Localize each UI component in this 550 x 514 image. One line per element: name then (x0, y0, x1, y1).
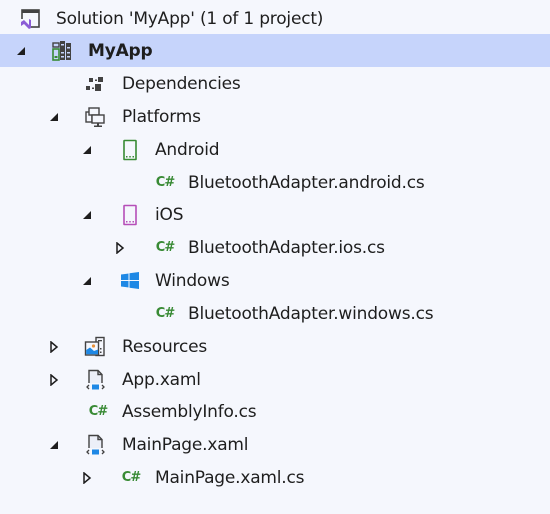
solution-icon (19, 8, 41, 30)
tree-item-label: AssemblyInfo.cs (122, 401, 257, 422)
tree-item-label: MainPage.xaml (122, 434, 249, 455)
project-icon (51, 40, 73, 62)
tree-item-main-page-xaml-cs[interactable]: C# MainPage.xaml.cs (0, 461, 550, 494)
solution-explorer-tree: Solution 'MyApp' (1 of 1 project) MyApp (0, 0, 550, 514)
tree-item-dependencies[interactable]: Dependencies (0, 67, 550, 100)
expanded-arrow-icon[interactable] (80, 143, 94, 157)
tree-item-label: Resources (122, 336, 208, 357)
tree-item-label: Windows (155, 270, 230, 291)
tree-item-label: iOS (155, 204, 184, 225)
tree-item-label: MainPage.xaml.cs (155, 467, 305, 488)
tree-item-platforms[interactable]: Platforms (0, 100, 550, 133)
tree-item-bluetooth-adapter-windows[interactable]: C# BluetoothAdapter.windows.cs (0, 297, 550, 330)
tree-item-label: App.xaml (122, 369, 201, 390)
expanded-arrow-icon[interactable] (80, 274, 94, 288)
tree-item-label: Solution 'MyApp' (1 of 1 project) (56, 8, 324, 29)
xaml-file-icon (84, 434, 106, 456)
collapsed-arrow-icon[interactable] (80, 471, 94, 485)
tree-item-android[interactable]: Android (0, 133, 550, 166)
tree-item-label: Dependencies (122, 73, 241, 94)
expanded-arrow-icon[interactable] (80, 208, 94, 222)
collapsed-arrow-icon[interactable] (47, 340, 61, 354)
tree-item-windows[interactable]: Windows (0, 264, 550, 297)
tree-item-label: BluetoothAdapter.windows.cs (188, 303, 434, 324)
windows-logo-icon (119, 270, 141, 292)
tree-item-label: BluetoothAdapter.ios.cs (188, 237, 385, 258)
csharp-file-icon: C# (155, 175, 175, 190)
csharp-file-icon: C# (155, 240, 175, 255)
expanded-arrow-icon[interactable] (14, 44, 28, 58)
tree-item-bluetooth-adapter-ios[interactable]: C# BluetoothAdapter.ios.cs (0, 231, 550, 264)
csharp-file-icon: C# (121, 470, 141, 485)
android-device-icon (119, 139, 141, 161)
tree-item-project-myapp[interactable]: MyApp (0, 34, 550, 67)
tree-item-app-xaml[interactable]: App.xaml (0, 363, 550, 396)
collapsed-arrow-icon[interactable] (113, 241, 127, 255)
tree-item-label: Platforms (122, 106, 201, 127)
resources-icon (84, 336, 106, 358)
tree-item-bluetooth-adapter-android[interactable]: C# BluetoothAdapter.android.cs (0, 166, 550, 199)
tree-item-main-page-xaml[interactable]: MainPage.xaml (0, 428, 550, 461)
tree-item-resources[interactable]: Resources (0, 330, 550, 363)
tree-item-label: Android (155, 139, 220, 160)
expanded-arrow-icon[interactable] (47, 438, 61, 452)
platforms-icon (84, 106, 106, 128)
tree-item-solution[interactable]: Solution 'MyApp' (1 of 1 project) (0, 2, 550, 35)
tree-item-assembly-info[interactable]: C# AssemblyInfo.cs (0, 395, 550, 428)
dependencies-icon (84, 73, 106, 95)
collapsed-arrow-icon[interactable] (47, 373, 61, 387)
csharp-file-icon: C# (88, 404, 108, 419)
expanded-arrow-icon[interactable] (47, 110, 61, 124)
tree-item-ios[interactable]: iOS (0, 198, 550, 231)
csharp-file-icon: C# (155, 306, 175, 321)
ios-device-icon (119, 204, 141, 226)
tree-item-label: BluetoothAdapter.android.cs (188, 172, 425, 193)
xaml-file-icon (84, 369, 106, 391)
tree-item-label: MyApp (88, 40, 153, 61)
